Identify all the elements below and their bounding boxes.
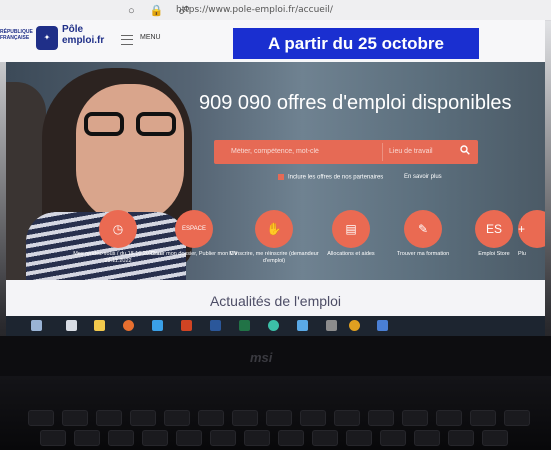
keyboard-key: [482, 430, 508, 446]
site-header: RÉPUBLIQUE FRANÇAISE ✦ Pôle emploi.fr ME…: [0, 20, 545, 62]
keyboard-key: [436, 410, 462, 426]
laptop-bezel: [0, 336, 551, 376]
keyboard-key: [402, 410, 428, 426]
keyboard-key: [108, 430, 134, 446]
keyboard-key: [232, 410, 258, 426]
search-icon: [460, 145, 470, 155]
logo-line1: Pôle: [62, 24, 84, 35]
training-icon: ✎: [404, 210, 442, 248]
keyboard-key: [62, 410, 88, 426]
partner-offers-checkbox-row[interactable]: Inclure les offres de nos partenaires: [278, 174, 383, 181]
logo-line2: emploi.fr: [62, 35, 105, 46]
clock-icon: ◷: [99, 210, 137, 248]
laptop-keyboard: [0, 376, 551, 450]
keyboard-key: [278, 430, 304, 446]
space-icon: ESPACE: [175, 210, 213, 248]
shortcut-personal-space[interactable]: ESPACE Gérer mon dossier, Publier mon CV: [149, 210, 239, 258]
keyboard-key: [244, 430, 270, 446]
hero-headline: 909 090 offres d'emploi disponibles: [199, 92, 512, 114]
learn-more-link[interactable]: En savoir plus: [404, 174, 442, 180]
app-icon[interactable]: [377, 320, 388, 331]
keyboard-key: [142, 430, 168, 446]
keyboard-key: [74, 430, 100, 446]
search-button[interactable]: [455, 143, 475, 161]
shortcut-label: Plu: [518, 251, 526, 257]
keyboard-key: [334, 410, 360, 426]
browser-icon[interactable]: [268, 320, 279, 331]
hamburger-menu-icon[interactable]: [121, 35, 133, 45]
excel-icon[interactable]: [239, 320, 250, 331]
windows-taskbar: [6, 316, 545, 336]
keyboard-key: [210, 430, 236, 446]
partner-offers-label: Inclure les offres de nos partenaires: [288, 174, 384, 181]
firefox-icon[interactable]: [123, 320, 134, 331]
hero-section: 909 090 offres d'emploi disponibles Méti…: [6, 62, 545, 280]
keyboard-key: [96, 410, 122, 426]
word-icon[interactable]: [210, 320, 221, 331]
keyboard-key: [164, 410, 190, 426]
edge-icon[interactable]: [152, 320, 163, 331]
plus-icon: +: [518, 210, 545, 248]
shortcut-label: Gérer mon dossier, Publier mon CV: [150, 251, 238, 257]
republic-label: RÉPUBLIQUE FRANÇAISE: [0, 29, 33, 41]
logo-text[interactable]: Pôle emploi.fr: [62, 24, 104, 46]
document-icon: ▤: [332, 210, 370, 248]
keyboard-key: [40, 430, 66, 446]
keyboard-key: [266, 410, 292, 426]
keyboard-key: [346, 430, 372, 446]
browser-url-bar[interactable]: ○ 🔒 ☍ https://www.pole-emploi.fr/accueil…: [0, 0, 551, 21]
powerpoint-icon[interactable]: [181, 320, 192, 331]
chrome-icon[interactable]: [349, 320, 360, 331]
app-icon[interactable]: [326, 320, 337, 331]
task-view-icon[interactable]: [66, 320, 77, 331]
keyboard-key: [380, 430, 406, 446]
keyboard-key: [312, 430, 338, 446]
promo-banner[interactable]: A partir du 25 octobre: [233, 28, 479, 59]
news-title: Actualités de l'emploi: [209, 293, 342, 309]
news-section: Actualités de l'emploi: [6, 280, 545, 316]
shortcut-more[interactable]: + Plu: [518, 210, 545, 258]
file-explorer-icon[interactable]: [94, 320, 105, 331]
url-text[interactable]: https://www.pole-emploi.fr/accueil/: [176, 5, 333, 15]
keyboard-key: [504, 410, 530, 426]
job-search-bar: Métier, compétence, mot-clé Lieu de trav…: [214, 140, 478, 164]
keyboard-key: [198, 410, 224, 426]
photo-frame: ○ 🔒 ☍ https://www.pole-emploi.fr/accueil…: [0, 0, 551, 450]
keyboard-key: [130, 410, 156, 426]
keyboard-key: [28, 410, 54, 426]
hand-icon: ✋: [255, 210, 293, 248]
keyboard-key: [414, 430, 440, 446]
pole-emploi-logo-icon[interactable]: ✦: [36, 26, 58, 50]
store-icon: ES: [475, 210, 513, 248]
partner-offers-checkbox[interactable]: [278, 174, 284, 180]
keyboard-key: [300, 410, 326, 426]
keyword-search-input[interactable]: Métier, compétence, mot-clé: [231, 143, 376, 161]
menu-button[interactable]: MENU: [140, 34, 161, 41]
laptop-brand-logo: msi: [250, 350, 273, 365]
keyboard-key: [448, 430, 474, 446]
keyboard-key: [368, 410, 394, 426]
keyboard-key: [470, 410, 496, 426]
location-search-input[interactable]: Lieu de travail: [382, 143, 452, 161]
keyboard-key: [176, 430, 202, 446]
mail-icon[interactable]: [297, 320, 308, 331]
hero-person-face: [76, 84, 184, 224]
windows-start-icon[interactable]: [31, 320, 42, 331]
glasses-icon: [84, 112, 184, 138]
